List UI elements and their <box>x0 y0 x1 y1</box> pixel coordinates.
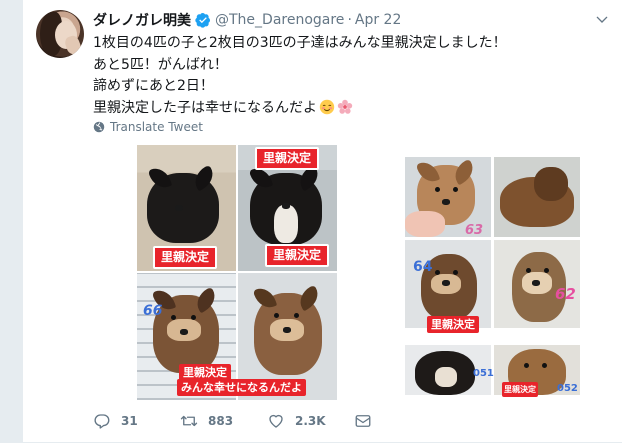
translate-tweet-link[interactable]: Translate Tweet <box>93 120 203 134</box>
reply-icon <box>94 414 110 429</box>
retweet-icon <box>180 415 198 427</box>
retweet-button[interactable]: 883 <box>180 412 267 430</box>
puppy-number: 051 <box>473 368 494 379</box>
puppy-number: 052 <box>557 383 578 394</box>
author-handle[interactable]: @The_Darenogare <box>215 12 344 28</box>
photo-1[interactable]: 里親決定 里親決定 里親決定 66 里親決定 みんな幸せになるんだよ <box>93 143 349 400</box>
media-grid: 里親決定 里親決定 里親決定 66 里親決定 みんな幸せになるんだよ 64 62… <box>93 143 607 400</box>
heart-icon <box>269 414 283 428</box>
tweet-line-1: 1枚目の4匹の子と2枚目の3匹の子達はみんな里親決定しました！ <box>93 35 507 51</box>
like-button[interactable]: 2.3K <box>267 412 354 430</box>
puppy-number: 66 <box>143 303 163 319</box>
globe-icon <box>93 121 105 133</box>
tweet-date[interactable]: Apr 22 <box>355 12 401 28</box>
cherry-blossom-emoji-icon <box>337 99 353 114</box>
direct-message-button[interactable] <box>354 412 441 430</box>
photo-2-mid-right <box>494 240 580 328</box>
photo-2-top-right <box>494 157 580 237</box>
tweet-line-2: あと5匹！がんばれ！ <box>93 56 228 73</box>
translate-label[interactable]: Translate Tweet <box>110 120 203 134</box>
like-count: 2.3K <box>295 414 326 428</box>
reply-button[interactable]: 31 <box>93 412 180 430</box>
adopted-tag: 里親決定 <box>502 382 538 397</box>
retweet-count: 883 <box>208 414 234 428</box>
tweet-text: 1枚目の4匹の子と2枚目の3匹の子達はみんな里親決定しました！ あと5匹！がんば… <box>93 33 603 119</box>
separator-dot: · <box>347 12 352 28</box>
tweet-line-4-text: 里親決定した子は幸せになるんだよ <box>93 99 317 116</box>
reply-count: 31 <box>121 414 138 428</box>
caption-tag: みんな幸せになるんだよ <box>177 379 306 396</box>
puppy-number: 62 <box>555 285 576 303</box>
avatar[interactable] <box>36 10 84 58</box>
verified-badge-icon <box>195 13 210 28</box>
photo-2-mid-left <box>405 240 491 328</box>
adopted-tag: 里親決定 <box>265 244 330 267</box>
tweet-card[interactable]: ダレノガレ明美 @The_Darenogare · Apr 22 1枚目の4匹の… <box>22 0 622 443</box>
adopted-tag: 里親決定 <box>427 316 479 333</box>
envelope-icon <box>355 415 371 427</box>
puppy-number: 63 <box>465 223 484 238</box>
adopted-tag: 里親決定 <box>153 246 218 269</box>
tweet-header: ダレノガレ明美 @The_Darenogare · Apr 22 <box>93 10 401 30</box>
adopted-tag: 里親決定 <box>255 147 320 170</box>
tweet-line-3: 諦めずにあと2日！ <box>93 78 214 94</box>
chevron-down-icon[interactable] <box>594 12 610 28</box>
photo-2[interactable]: 64 62 63 里親決定 051 里親決定 052 <box>351 143 607 400</box>
author-name[interactable]: ダレノガレ明美 <box>93 10 191 30</box>
tweet-actions: 31 883 2.3K <box>93 410 441 432</box>
smiling-face-emoji-icon <box>319 99 335 114</box>
tweet-line-4: 里親決定した子は幸せになるんだよ <box>93 98 603 120</box>
puppy-number: 64 <box>413 259 433 275</box>
